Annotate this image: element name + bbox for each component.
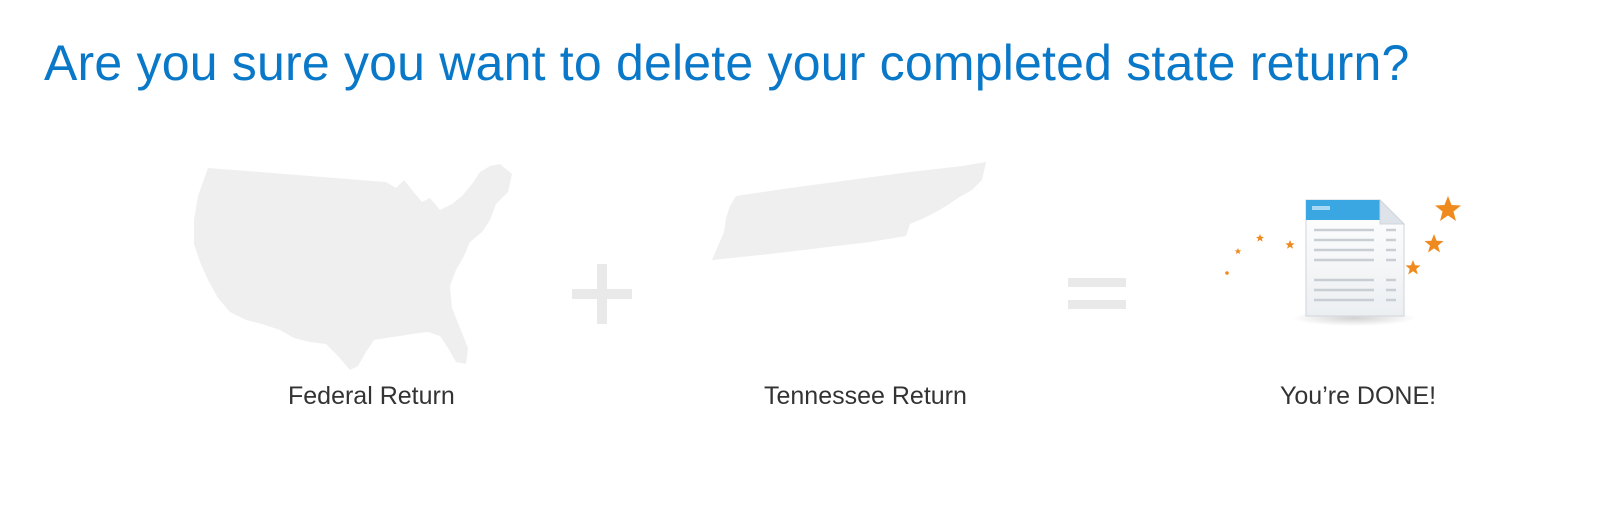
plus-icon [572, 264, 632, 324]
tennessee-map-icon [712, 162, 986, 260]
tiny-star-icon [1256, 234, 1264, 242]
page-title: Are you sure you want to delete your com… [44, 35, 1410, 91]
federal-return-label: Federal Return [288, 382, 455, 410]
done-label: You’re DONE! [1280, 382, 1437, 410]
large-star-icon [1435, 196, 1461, 221]
tiny-star-icon [1285, 240, 1295, 249]
small-star-icon [1405, 260, 1421, 275]
tiny-star-icon [1234, 248, 1242, 254]
star-dot [1225, 271, 1229, 275]
tennessee-map-shape [712, 162, 986, 260]
us-map-icon [194, 164, 512, 370]
medium-star-icon [1424, 234, 1444, 253]
completed-return-document-icon [1225, 196, 1461, 326]
us-map-shape [194, 164, 512, 370]
tennessee-return-label: Tennessee Return [764, 382, 967, 410]
equals-icon [1068, 278, 1126, 309]
